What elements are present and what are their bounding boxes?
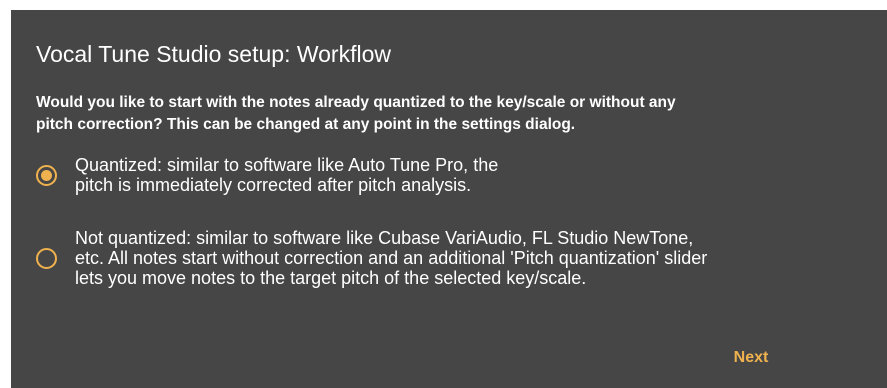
radio-selected-dot [41,169,52,181]
option-quantized[interactable]: Quantized: similar to software like Auto… [36,155,498,195]
radio-quantized[interactable] [36,164,57,186]
setup-dialog: Vocal Tune Studio setup: Workflow Would … [11,10,887,388]
question-line-1: Would you like to start with the notes a… [36,94,676,111]
option-quantized-line-1: Quantized: similar to software like Auto… [75,155,499,175]
option-not-quantized-label: Not quantized: similar to software like … [75,228,707,288]
question-text: Would you like to start with the notes a… [36,92,836,136]
option-not-quantized-line-1: Not quantized: similar to software like … [75,228,694,248]
option-quantized-label: Quantized: similar to software like Auto… [75,155,498,195]
option-not-quantized[interactable]: Not quantized: similar to software like … [36,228,707,288]
next-button[interactable]: Next [721,346,781,370]
option-not-quantized-line-3: lets you move notes to the target pitch … [75,268,587,288]
option-quantized-line-2: pitch is immediately corrected after pit… [75,175,472,195]
dialog-title: Vocal Tune Studio setup: Workflow [36,41,391,67]
radio-not-quantized[interactable] [36,247,57,269]
question-line-2: pitch correction? This can be changed at… [36,116,576,133]
option-not-quantized-line-2: etc. All notes start without correction … [75,248,708,268]
